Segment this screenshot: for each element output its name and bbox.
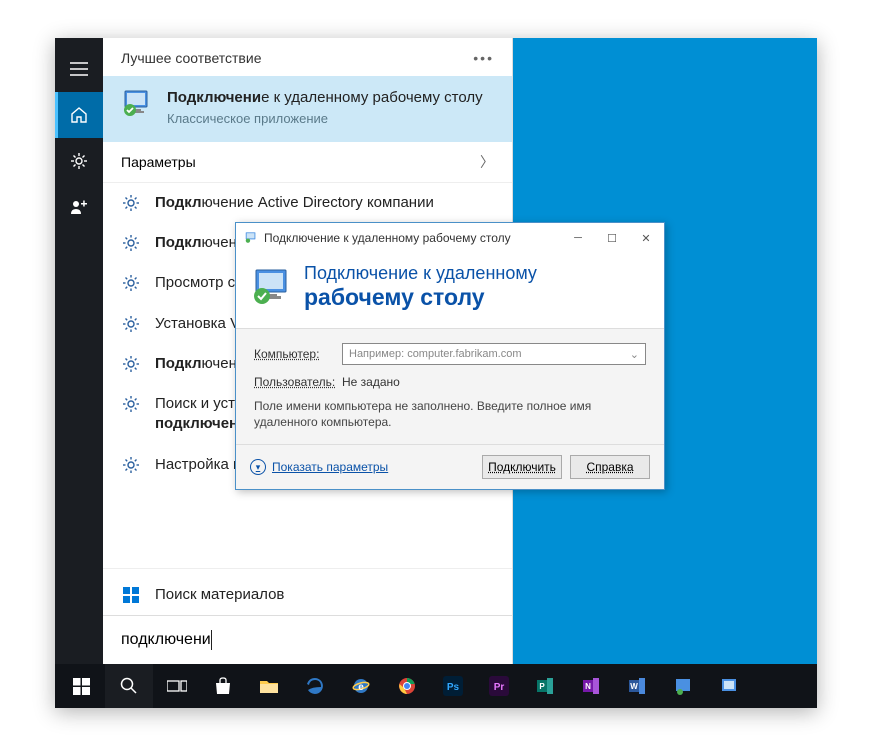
- rdp-body: Компьютер: Например: computer.fabrikam.c…: [236, 328, 664, 445]
- rail-settings[interactable]: [55, 138, 103, 184]
- rdp-header-icon: [250, 266, 292, 308]
- rdp-dialog: Подключение к удаленному рабочему столу …: [235, 222, 665, 490]
- settings-gear-icon: [121, 394, 141, 414]
- minimize-button[interactable]: ─: [564, 227, 592, 249]
- settings-section-header[interactable]: Параметры 〉: [103, 142, 512, 183]
- rail-home[interactable]: [55, 92, 103, 138]
- best-match-item[interactable]: Подключение к удаленному рабочему столу …: [103, 76, 512, 142]
- taskbar-onenote[interactable]: N: [569, 664, 613, 708]
- svg-text:e: e: [358, 682, 364, 693]
- computer-combobox[interactable]: Например: computer.fabrikam.com ⌄: [342, 343, 646, 365]
- rdp-hint-text: Поле имени компьютера не заполнено. Введ…: [254, 399, 646, 430]
- svg-text:Pr: Pr: [494, 682, 505, 693]
- start-button[interactable]: [59, 664, 103, 708]
- help-button[interactable]: Справка: [570, 455, 650, 479]
- search-input[interactable]: подключени: [121, 631, 212, 648]
- show-options-link[interactable]: ▾ Показать параметры: [250, 459, 474, 475]
- dropdown-icon: ⌄: [630, 348, 639, 361]
- start-left-rail: [55, 38, 103, 664]
- close-button[interactable]: ✕: [632, 227, 660, 249]
- search-result-item[interactable]: Подключение Active Directory компании: [103, 183, 512, 223]
- rdp-titlebar[interactable]: Подключение к удаленному рабочему столу …: [236, 223, 664, 253]
- taskbar-ie[interactable]: e: [339, 664, 383, 708]
- best-match-header: Лучшее соответствие •••: [103, 38, 512, 76]
- settings-gear-icon: [121, 273, 141, 293]
- user-label: Пользователь:: [254, 375, 332, 389]
- store-icon: [121, 585, 141, 605]
- taskbar-chrome[interactable]: [385, 664, 429, 708]
- best-match-subtitle: Классическое приложение: [167, 110, 483, 128]
- connect-button[interactable]: Подключить: [482, 455, 562, 479]
- best-match-title: Подключение к удаленному рабочему столу: [167, 88, 483, 108]
- settings-gear-icon: [121, 193, 141, 213]
- chevron-right-icon: 〉: [480, 152, 494, 172]
- search-button[interactable]: [105, 664, 153, 708]
- svg-text:N: N: [585, 682, 591, 691]
- taskbar-premiere[interactable]: Pr: [477, 664, 521, 708]
- expand-icon: ▾: [250, 459, 266, 475]
- settings-gear-icon: [121, 233, 141, 253]
- rdp-title-text: Подключение к удаленному рабочему столу: [264, 231, 558, 245]
- settings-gear-icon: [121, 455, 141, 475]
- settings-gear-icon: [121, 314, 141, 334]
- store-search-item[interactable]: Поиск материалов: [103, 568, 512, 615]
- settings-gear-icon: [121, 354, 141, 374]
- taskbar: e Ps Pr P N W: [55, 664, 817, 708]
- taskbar-word[interactable]: W: [615, 664, 659, 708]
- taskbar-photoshop[interactable]: Ps: [431, 664, 475, 708]
- rail-accounts[interactable]: [55, 184, 103, 230]
- taskbar-publisher[interactable]: P: [523, 664, 567, 708]
- rdp-header: Подключение к удаленному рабочему столу: [236, 253, 664, 328]
- rdp-icon: [121, 88, 153, 120]
- taskbar-item-1[interactable]: [661, 664, 705, 708]
- user-value: Не задано: [342, 375, 400, 389]
- rail-hamburger[interactable]: [55, 46, 103, 92]
- rdp-footer: ▾ Показать параметры Подключить Справка: [236, 445, 664, 489]
- task-view-button[interactable]: [155, 664, 199, 708]
- svg-text:P: P: [539, 682, 545, 691]
- taskbar-item-2[interactable]: [707, 664, 751, 708]
- taskbar-store[interactable]: [201, 664, 245, 708]
- rdp-titlebar-icon: [244, 231, 258, 245]
- svg-text:Ps: Ps: [447, 682, 460, 693]
- taskbar-edge[interactable]: [293, 664, 337, 708]
- search-input-row: подключени: [103, 615, 512, 664]
- svg-text:W: W: [630, 682, 638, 691]
- taskbar-explorer[interactable]: [247, 664, 291, 708]
- more-icon[interactable]: •••: [473, 50, 494, 66]
- maximize-button[interactable]: ☐: [598, 227, 626, 249]
- computer-label: Компьютер:: [254, 347, 332, 361]
